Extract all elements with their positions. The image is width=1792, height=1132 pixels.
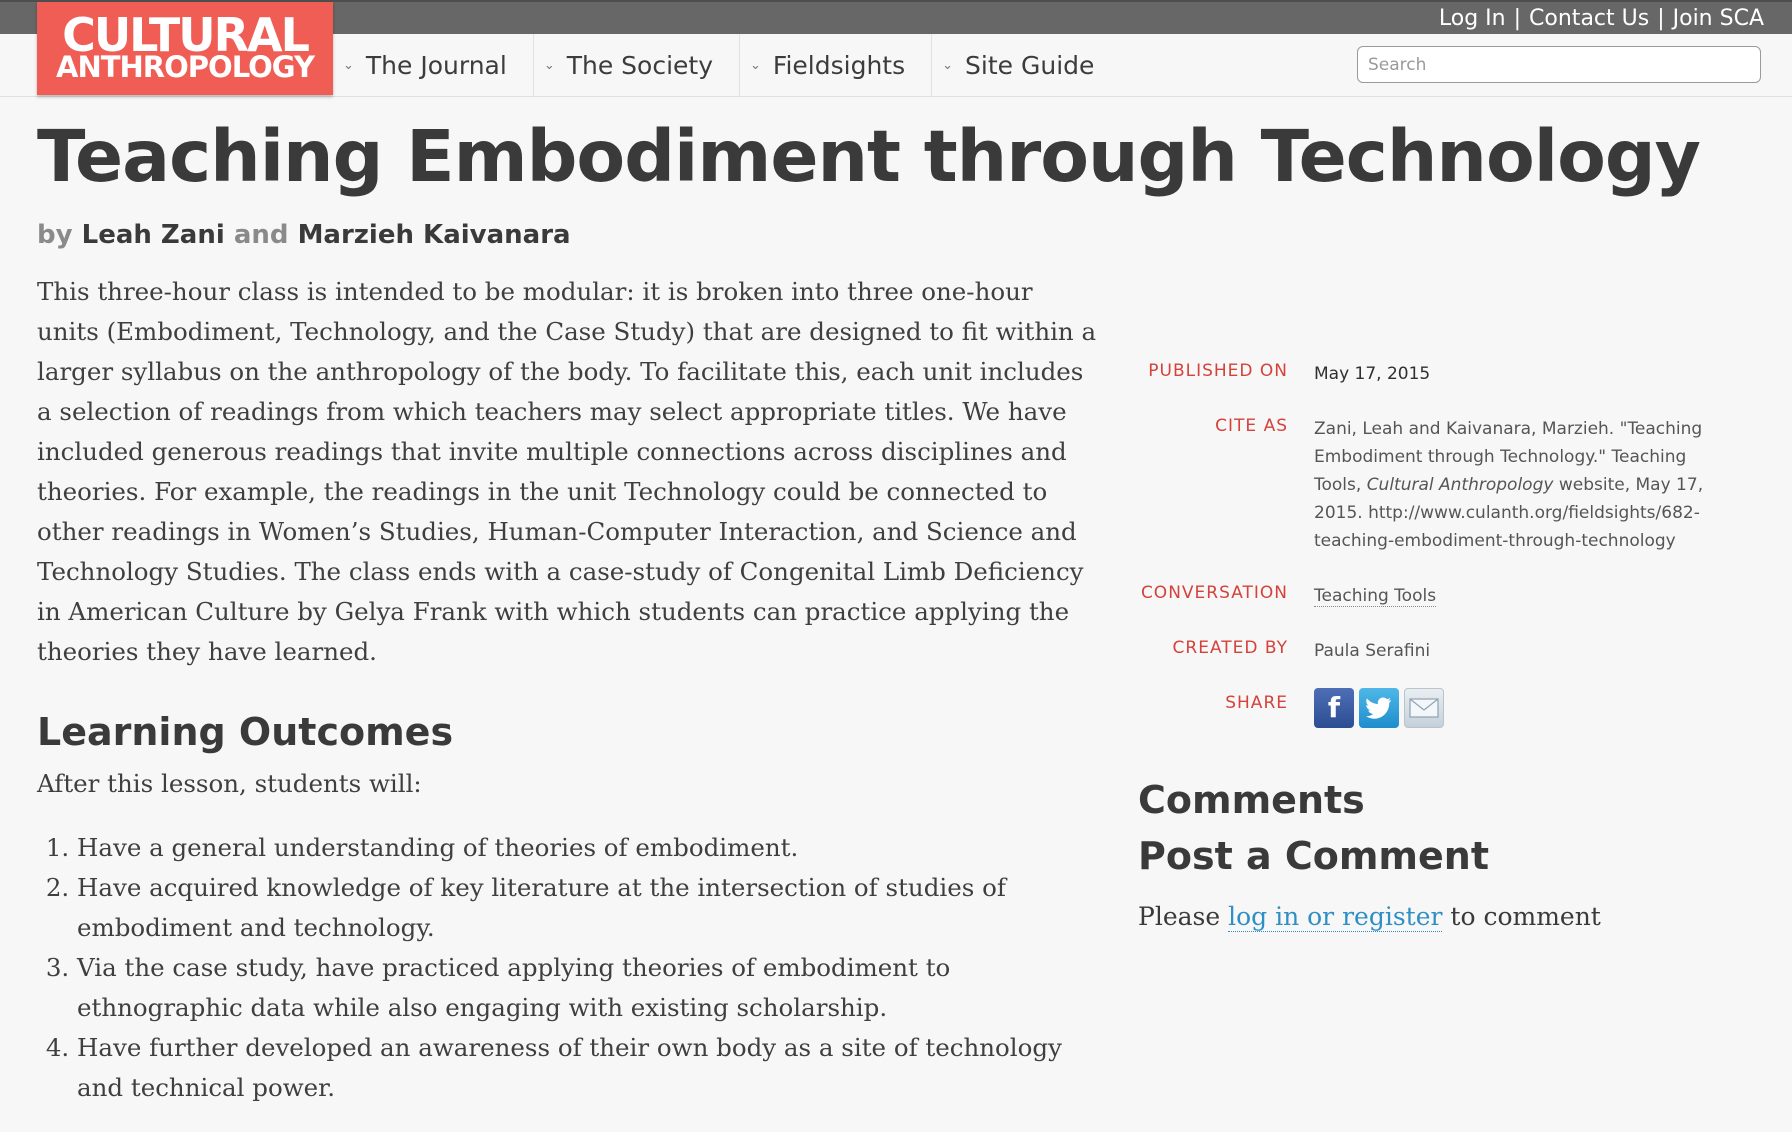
nav-item-site-guide[interactable]: ⌄ Site Guide — [932, 34, 1120, 96]
nav-label: Fieldsights — [772, 50, 906, 80]
article-body: This three-hour class is intended to be … — [37, 272, 1097, 1108]
created-label: CREATED BY — [1172, 638, 1288, 658]
chevron-down-icon: ⌄ — [942, 57, 954, 73]
published-label: PUBLISHED ON — [1148, 361, 1288, 381]
published-row: PUBLISHED ON May 17, 2015 — [1140, 360, 1760, 388]
chevron-down-icon: ⌄ — [750, 57, 761, 73]
envelope-glyph — [1409, 698, 1439, 718]
published-date: May 17, 2015 — [1314, 364, 1431, 384]
separator: | — [1657, 6, 1665, 31]
share-value: f — [1314, 688, 1734, 728]
conversation-row: CONVERSATION Teaching Tools — [1140, 582, 1760, 610]
nav-items: ⌄ The Journal ⌄ The Society ⌄ Fieldsight… — [333, 34, 1120, 96]
article-meta: PUBLISHED ON May 17, 2015 CITE AS Zani, … — [1140, 360, 1760, 755]
twitter-bird-glyph — [1366, 697, 1391, 719]
share-row: SHARE f — [1140, 688, 1760, 728]
outcomes-intro: After this lesson, students will: — [37, 769, 422, 798]
byline-and: and — [233, 220, 289, 250]
site-logo[interactable]: CULTURAL ANTHROPOLOGY — [37, 2, 333, 95]
join-sca-link[interactable]: Join SCA — [1673, 6, 1764, 31]
search-input[interactable] — [1357, 46, 1761, 83]
list-item: Have acquired knowledge of key literatur… — [77, 868, 1097, 948]
contact-us-link[interactable]: Contact Us — [1529, 6, 1649, 31]
outcomes-list: Have a general understanding of theories… — [37, 828, 1097, 1108]
created-by-value: Paula Serafini — [1314, 641, 1431, 661]
citation-text: Zani, Leah and Kaivanara, Marzieh. "Teac… — [1314, 415, 1734, 555]
learning-outcomes-heading: Learning Outcomes — [37, 710, 454, 754]
author-link-leah-zani[interactable]: Leah Zani — [82, 220, 225, 250]
login-prompt-pre: Please — [1138, 902, 1229, 931]
cite-row: CITE AS Zani, Leah and Kaivanara, Marzie… — [1140, 415, 1760, 555]
comments-section: Comments Post a Comment Please log in or… — [1138, 772, 1601, 932]
list-item: Have a general understanding of theories… — [77, 828, 1097, 868]
logo-line-2: ANTHROPOLOGY — [56, 50, 315, 84]
login-prompt: Please log in or register to comment — [1138, 902, 1601, 932]
nav-item-the-society[interactable]: ⌄ The Society — [534, 34, 740, 96]
citation-journal: Cultural Anthropology — [1366, 475, 1554, 495]
top-links: Log In | Contact Us | Join SCA — [1439, 4, 1764, 34]
author-link-marzieh-kaivanara[interactable]: Marzieh Kaivanara — [298, 220, 571, 250]
chevron-down-icon: ⌄ — [543, 57, 555, 73]
comments-heading: Comments — [1138, 778, 1365, 822]
share-icons: f — [1314, 688, 1734, 728]
byline: by Leah Zani and Marzieh Kaivanara — [37, 220, 571, 250]
conversation-label: CONVERSATION — [1140, 583, 1288, 603]
post-comment-heading: Post a Comment — [1138, 834, 1490, 878]
separator: | — [1513, 6, 1522, 31]
created-row: CREATED BY Paula Serafini — [1140, 637, 1760, 665]
nav-label: The Society — [566, 50, 713, 80]
nav-label: Site Guide — [965, 50, 1095, 80]
login-link[interactable]: Log In — [1439, 6, 1506, 31]
byline-by: by — [37, 220, 73, 250]
cite-label: CITE AS — [1215, 416, 1288, 436]
facebook-icon[interactable]: f — [1314, 688, 1354, 728]
nav-label: The Journal — [365, 50, 507, 80]
conversation-value: Teaching Tools — [1314, 582, 1734, 610]
login-prompt-post: to comment — [1442, 902, 1601, 931]
page-title: Teaching Embodiment through Technology — [37, 115, 1701, 198]
share-label: SHARE — [1225, 693, 1288, 713]
conversation-link[interactable]: Teaching Tools — [1314, 586, 1437, 607]
intro-paragraph: This three-hour class is intended to be … — [37, 277, 1097, 666]
list-item: Have further developed an awareness of t… — [77, 1028, 1097, 1108]
email-icon[interactable] — [1404, 688, 1444, 728]
chevron-down-icon: ⌄ — [343, 57, 354, 73]
list-item: Via the case study, have practiced apply… — [77, 948, 1097, 1028]
twitter-icon[interactable] — [1359, 688, 1399, 728]
login-register-link[interactable]: log in or register — [1228, 902, 1443, 932]
nav-item-fieldsights[interactable]: ⌄ Fieldsights — [740, 34, 933, 96]
nav-item-the-journal[interactable]: ⌄ The Journal — [333, 34, 534, 96]
